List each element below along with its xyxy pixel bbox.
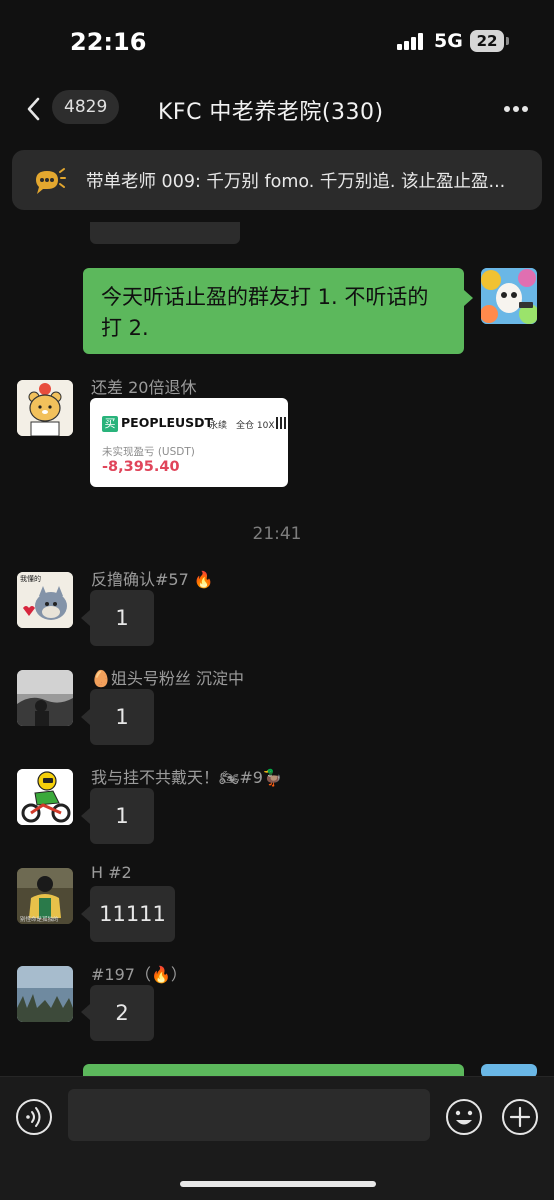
bw-photo-avatar-icon	[17, 670, 73, 726]
h-avatar-caption: 别怪命是孤独的	[20, 915, 59, 923]
battery-tip	[506, 37, 509, 45]
sender-name: 反撸确认#57 🔥	[91, 570, 214, 589]
share-bars-icon	[276, 417, 286, 429]
sender-name: #197（🔥）	[91, 965, 187, 984]
my-avatar[interactable]	[481, 268, 537, 324]
battery-icon: 22	[470, 30, 504, 52]
signal-icon	[397, 32, 427, 50]
leverage-tag: 全仓 10X	[236, 421, 275, 431]
pinned-text: 带单老师 009: 千万别 fomo. 千万别追. 该止盈止盈...	[86, 172, 506, 192]
pnl-value: -8,395.40	[102, 459, 180, 475]
sender-avatar-rider[interactable]	[17, 769, 73, 825]
outgoing-message-text: 今天听话止盈的群友打 1. 不听话的打 2.	[101, 285, 429, 340]
cat-avatar-icon: 我懂的	[17, 572, 73, 628]
lake-photo-avatar-icon	[17, 966, 73, 1022]
bubble-tail	[81, 1004, 90, 1020]
more-options-icon[interactable]	[500, 104, 532, 114]
incoming-message-bubble[interactable]: 11111	[90, 886, 175, 942]
timestamp-divider: 21:41	[252, 524, 302, 544]
sender-name: 🥚姐头号粉丝 沉淀中	[91, 669, 245, 688]
sender-name: 我与挂不共戴天！🏍#9🦆	[91, 768, 283, 787]
chat-screen: 22:16 5G 22 4829 KFC 中老养老院(330) 带单老师 009…	[0, 0, 554, 1200]
pnl-label: 未实现盈亏 (USDT)	[102, 446, 195, 458]
emoji-icon[interactable]	[445, 1098, 483, 1136]
announcement-icon	[36, 168, 66, 194]
bear-avatar-icon	[17, 380, 73, 436]
outgoing-message-bubble[interactable]: 今天听话止盈的群友打 1. 不听话的打 2.	[83, 268, 464, 354]
incoming-message-bubble[interactable]: 1	[90, 590, 154, 646]
sender-avatar-lake[interactable]	[17, 966, 73, 1022]
voice-input-icon[interactable]	[15, 1098, 53, 1136]
incoming-message-bubble[interactable]: 1	[90, 788, 154, 844]
nav-bar: 4829 KFC 中老养老院(330)	[0, 80, 554, 138]
chat-title: KFC 中老养老院(330)	[158, 100, 384, 125]
previous-message-bubble[interactable]	[90, 222, 240, 244]
sender-name: H #2	[91, 863, 132, 882]
unread-count-badge[interactable]: 4829	[52, 90, 120, 124]
person-photo-avatar-icon: 别怪命是孤独的	[17, 868, 73, 924]
tom-avatar-caption: 我懂的	[20, 574, 41, 583]
bubble-tail	[464, 290, 473, 306]
back-arrow-icon[interactable]	[22, 95, 50, 123]
bubble-tail	[81, 610, 90, 626]
pinned-announcement[interactable]: 带单老师 009: 千万别 fomo. 千万别追. 该止盈止盈...	[12, 150, 542, 210]
bubble-tail	[81, 906, 90, 922]
home-indicator	[180, 1181, 376, 1187]
sender-avatar-landscape[interactable]	[17, 670, 73, 726]
trade-screenshot-card[interactable]: 买 PEOPLEUSDT 永续 全仓 10X 未实现盈亏 (USDT) -8,3…	[90, 398, 288, 487]
bubble-tail	[81, 709, 90, 725]
network-type: 5G	[434, 30, 463, 52]
status-bar: 22:16 5G 22	[0, 0, 554, 80]
bubble-tail	[81, 808, 90, 824]
plus-icon[interactable]	[501, 1098, 539, 1136]
llama-avatar-icon	[481, 268, 537, 324]
incoming-message-bubble[interactable]: 1	[90, 689, 154, 745]
incoming-message-bubble[interactable]: 2	[90, 985, 154, 1041]
sender-avatar-bear[interactable]	[17, 380, 73, 436]
message-input[interactable]	[68, 1089, 430, 1141]
motorbike-avatar-icon	[17, 769, 73, 825]
trading-pair: PEOPLEUSDT	[121, 415, 214, 430]
sender-name: 还差 20倍退休	[91, 378, 197, 397]
buy-badge: 买	[102, 416, 118, 432]
status-time: 22:16	[70, 28, 147, 56]
sender-avatar-person[interactable]: 别怪命是孤独的	[17, 868, 73, 924]
sender-avatar-tom[interactable]: 我懂的	[17, 572, 73, 628]
perpetual-tag: 永续	[209, 421, 228, 431]
